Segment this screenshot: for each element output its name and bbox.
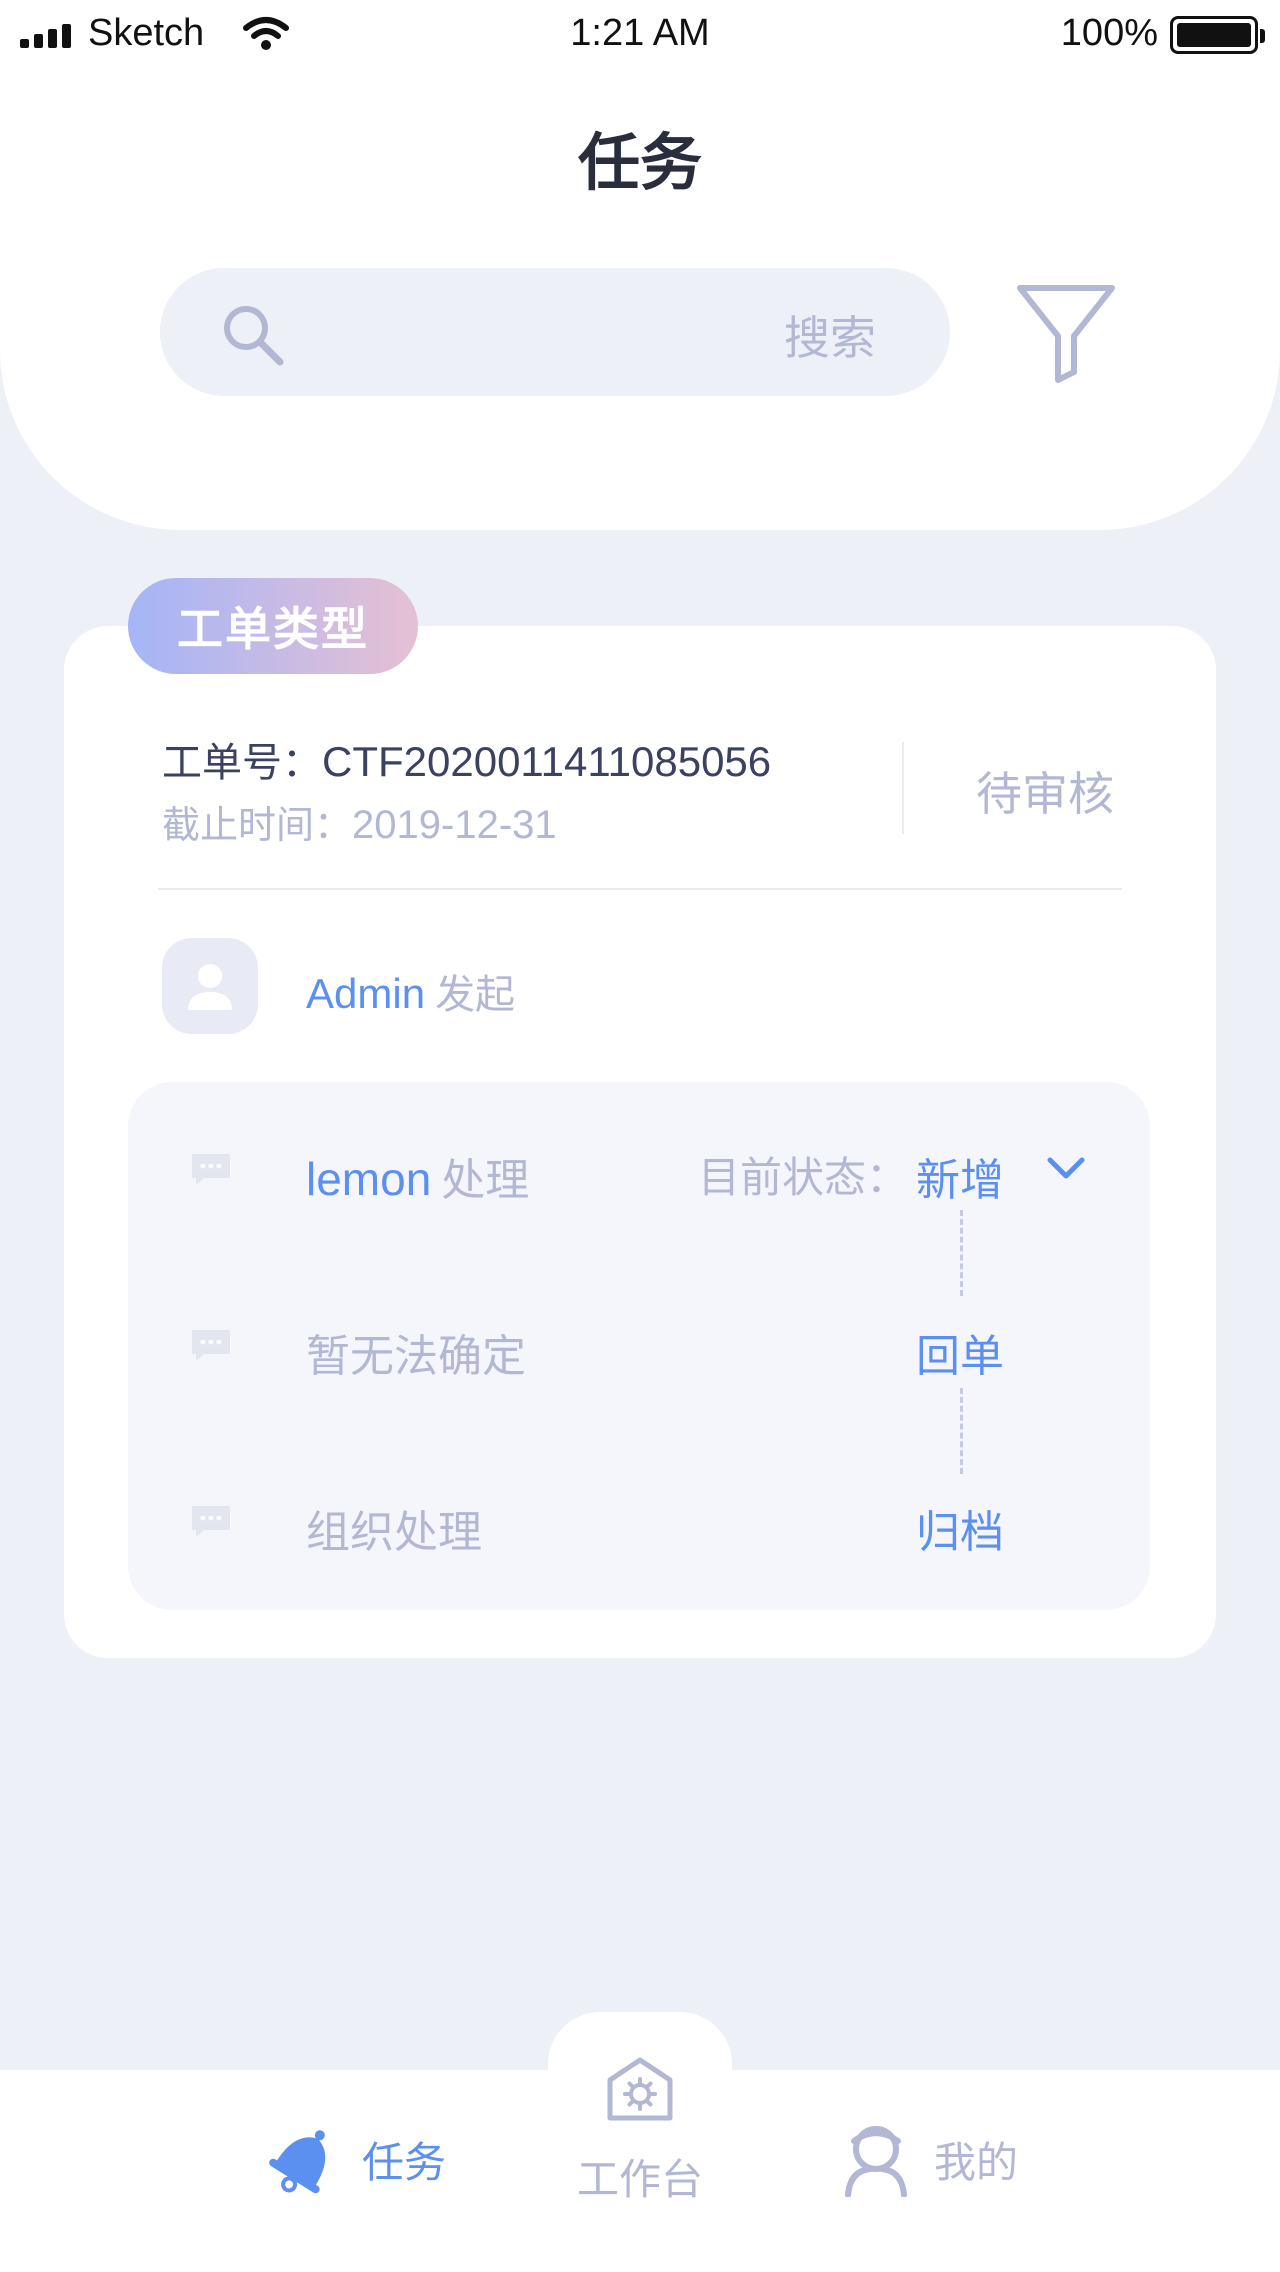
flow-connector xyxy=(960,1388,963,1474)
state-new: 新增 xyxy=(916,1155,1004,1206)
message-icon xyxy=(192,1330,230,1361)
tab-mine-label: 我的 xyxy=(934,2137,1019,2187)
message-icon xyxy=(192,1506,230,1537)
order-number-value: CTF2020011411085056 xyxy=(322,738,772,785)
flow-step: 暂无法确定 xyxy=(306,1320,526,1384)
state-return: 回单 xyxy=(916,1331,1004,1382)
vertical-divider xyxy=(902,742,904,834)
avatar xyxy=(162,938,258,1034)
search-placeholder: 搜索 xyxy=(784,311,876,365)
user-avatar-icon xyxy=(188,964,232,1010)
battery-percent: 100% xyxy=(1060,12,1158,54)
deadline-value: 2019-12-31 xyxy=(352,803,557,847)
search-input[interactable]: 搜索 xyxy=(160,268,950,396)
initiator: Admin 发起 xyxy=(306,962,515,1020)
search-icon xyxy=(224,306,284,366)
process-flow: lemon 处理 目前状态： 新增 暂无法确定 回单 组织处理 归档 xyxy=(128,1082,1150,1610)
header: Sketch 1:21 AM 100% 任务 搜索 xyxy=(0,0,1280,530)
tab-workbench[interactable]: 工作台 xyxy=(0,2146,1280,2207)
battery-icon xyxy=(1170,16,1265,54)
page-title: 任务 xyxy=(577,126,702,199)
tab-mine[interactable]: 我的 xyxy=(840,2094,1018,2224)
status-bar: Sketch 1:21 AM 100% xyxy=(0,0,1280,72)
flow-step: lemon 处理 xyxy=(306,1144,529,1208)
filter-icon[interactable] xyxy=(1014,280,1118,384)
user-icon xyxy=(845,2126,907,2197)
deadline: 截止时间：2019-12-31 xyxy=(162,794,557,849)
initiator-name: Admin xyxy=(306,970,426,1017)
order-status: 待审核 xyxy=(976,767,1114,821)
initiator-action: 发起 xyxy=(435,972,516,1018)
current-state-label: 目前状态： xyxy=(698,1153,909,1202)
state-archive: 归档 xyxy=(916,1507,1004,1558)
step-handler: lemon xyxy=(306,1153,432,1205)
flow-step: 组织处理 xyxy=(306,1496,482,1560)
step-action: 组织处理 xyxy=(306,1507,482,1558)
deadline-label: 截止时间： xyxy=(162,803,353,847)
flow-connector xyxy=(960,1210,963,1296)
order-number-label: 工单号： xyxy=(162,740,322,786)
message-icon xyxy=(192,1154,230,1185)
step-action: 处理 xyxy=(441,1155,530,1206)
chevron-down-icon[interactable] xyxy=(1046,1156,1086,1182)
workbench-icon[interactable] xyxy=(604,2056,676,2122)
step-action: 暂无法确定 xyxy=(306,1331,526,1382)
horizontal-divider xyxy=(158,888,1122,890)
order-number: 工单号：CTF2020011411085056 xyxy=(162,730,771,788)
order-type-badge: 工单类型 xyxy=(128,578,418,674)
